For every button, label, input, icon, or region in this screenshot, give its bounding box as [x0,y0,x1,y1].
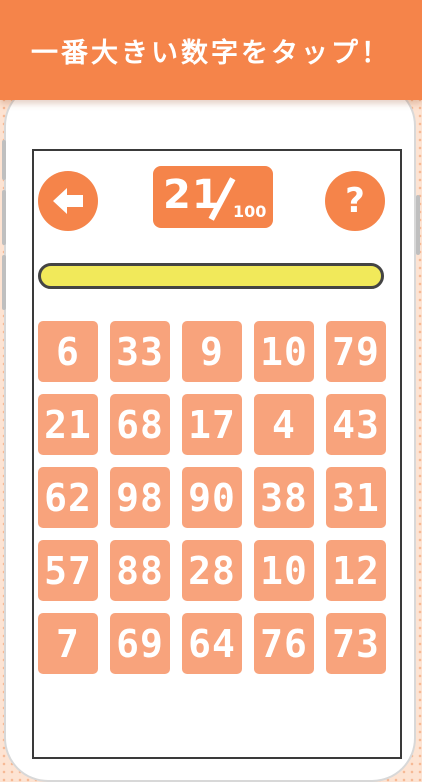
number-tile[interactable]: 17 [182,394,242,455]
instruction-banner: 一番大きい数字をタップ！ [0,0,422,100]
number-tile[interactable]: 6 [38,321,98,382]
question-icon: ? [345,181,365,221]
progress-counter: 21 100 [153,166,273,228]
number-tile[interactable]: 73 [326,613,386,674]
number-tile[interactable]: 10 [254,540,314,601]
number-tile[interactable]: 28 [182,540,242,601]
number-tile[interactable]: 12 [326,540,386,601]
number-tile[interactable]: 57 [38,540,98,601]
number-tile[interactable]: 43 [326,394,386,455]
help-button[interactable]: ? [325,171,385,231]
timer-bar [38,263,384,289]
instruction-text: 一番大きい数字をタップ！ [31,37,391,69]
number-tile[interactable]: 76 [254,613,314,674]
number-tile[interactable]: 38 [254,467,314,528]
number-tile[interactable]: 9 [182,321,242,382]
number-tile[interactable]: 4 [254,394,314,455]
number-tile[interactable]: 62 [38,467,98,528]
phone-side-button [2,190,6,245]
total-count: 100 [233,202,267,221]
phone-side-button [2,255,6,310]
number-tile[interactable]: 69 [110,613,170,674]
phone-side-button [2,140,6,180]
phone-side-button [416,195,420,255]
number-tile[interactable]: 88 [110,540,170,601]
number-grid: 6 33 9 10 79 21 68 17 4 43 62 98 90 38 31 57 88 28 10 12 7 69… [38,321,386,674]
number-tile[interactable]: 90 [182,467,242,528]
number-tile[interactable]: 33 [110,321,170,382]
number-tile[interactable]: 10 [254,321,314,382]
back-button[interactable] [38,171,98,231]
number-tile[interactable]: 64 [182,613,242,674]
number-tile[interactable]: 31 [326,467,386,528]
number-tile[interactable]: 68 [110,394,170,455]
number-tile[interactable]: 7 [38,613,98,674]
number-tile[interactable]: 79 [326,321,386,382]
number-tile[interactable]: 21 [38,394,98,455]
arrow-left-icon [53,188,83,214]
number-tile[interactable]: 98 [110,467,170,528]
